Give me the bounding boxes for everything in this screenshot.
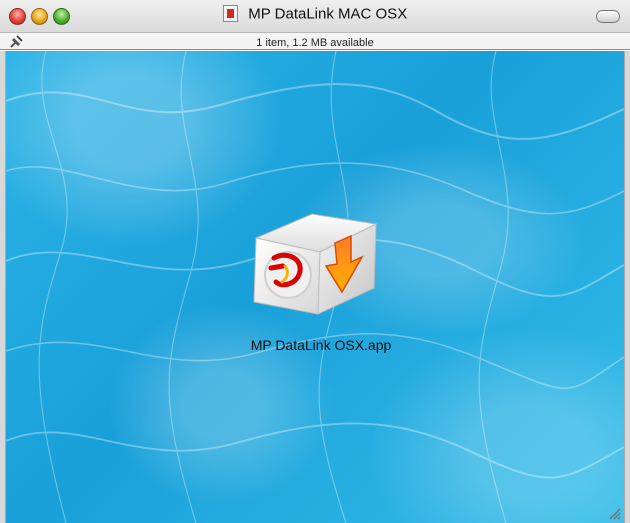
window-right-border — [624, 51, 630, 523]
window-title-area: MP DataLink MAC OSX — [0, 5, 630, 25]
pin-icon — [10, 35, 23, 48]
disk-image-icon — [222, 5, 238, 23]
resize-grip-icon[interactable] — [607, 506, 621, 520]
toolbar-toggle-button[interactable] — [596, 10, 620, 23]
status-text: 1 item, 1.2 MB available — [256, 37, 374, 49]
finder-window: MP DataLink MAC OSX 1 item, 1.2 MB avail… — [0, 0, 630, 523]
status-bar: 1 item, 1.2 MB available — [0, 32, 630, 50]
finder-content-area[interactable]: MP DataLink OSX.app — [6, 51, 624, 523]
application-item[interactable]: MP DataLink OSX.app — [246, 196, 396, 386]
application-icon[interactable] — [246, 196, 396, 324]
application-label[interactable]: MP DataLink OSX.app — [216, 337, 426, 353]
window-title: MP DataLink MAC OSX — [248, 5, 408, 23]
